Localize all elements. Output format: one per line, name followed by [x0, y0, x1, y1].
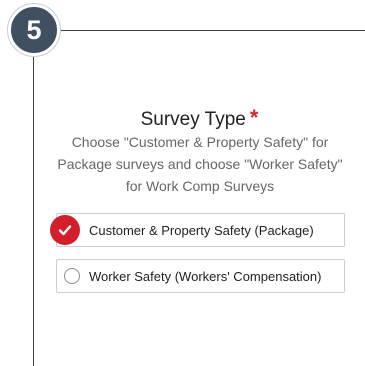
radio-icon[interactable] [64, 268, 80, 284]
question-title-text: Survey Type [140, 109, 246, 130]
check-icon[interactable] [50, 215, 80, 245]
option-label: Worker Safety (Workers' Compensation) [89, 268, 322, 284]
option-worker-safety[interactable]: Worker Safety (Workers' Compensation) [56, 259, 345, 293]
option-customer-property-safety[interactable]: Customer & Property Safety (Package) [56, 213, 345, 247]
step-connector-top [60, 30, 365, 31]
question-description: Choose "Customer & Property Safety" for … [57, 134, 343, 194]
step-connector-side [33, 56, 34, 366]
step-number-badge: 5 [8, 4, 60, 56]
option-label: Customer & Property Safety (Package) [89, 222, 314, 238]
question-title: Survey Type * [34, 105, 365, 131]
required-asterisk: * [249, 105, 259, 130]
